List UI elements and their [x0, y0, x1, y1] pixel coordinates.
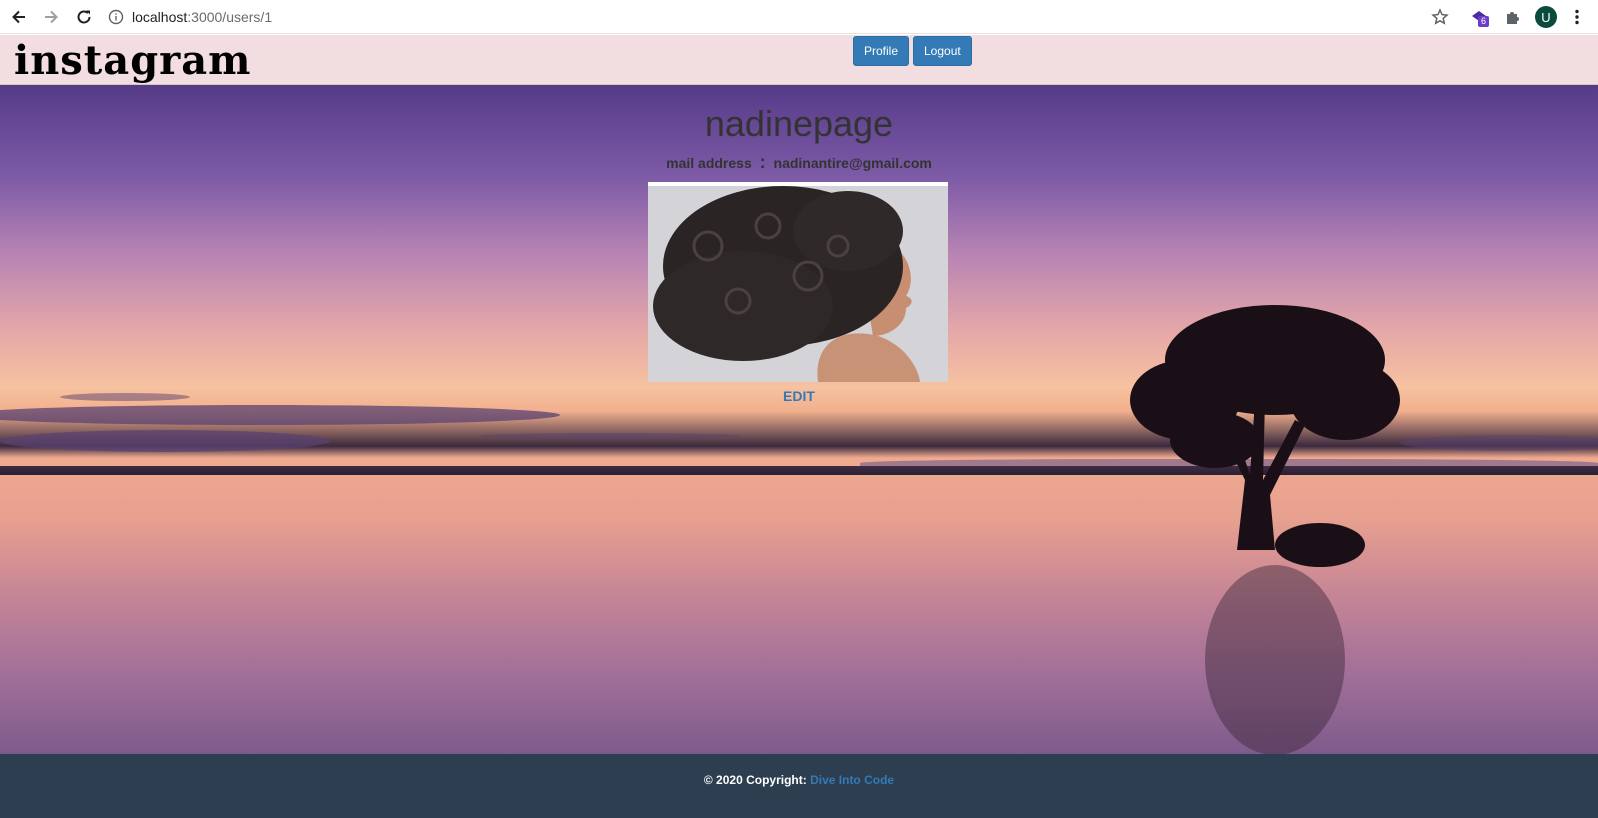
- extension-badge: 6: [1478, 16, 1489, 27]
- extensions-puzzle-icon[interactable]: [1501, 5, 1525, 29]
- cloud-shape: [0, 405, 560, 425]
- tree-silhouette: [1130, 305, 1400, 755]
- cloud-shape: [1400, 435, 1598, 451]
- profile-photo-image: [648, 186, 948, 382]
- url-host: localhost: [132, 9, 188, 25]
- bookmark-star-icon[interactable]: [1428, 5, 1452, 29]
- mail-value: nadinantire@gmail.com: [773, 155, 932, 171]
- extension-icon[interactable]: 6: [1467, 5, 1491, 29]
- instagram-logo[interactable]: instagram: [14, 37, 251, 84]
- profile-photo: [648, 182, 948, 382]
- profile-button[interactable]: Profile: [853, 36, 910, 66]
- footer-text: © 2020 Copyright: Dive Into Code: [0, 773, 1598, 787]
- info-icon[interactable]: [108, 9, 124, 25]
- mail-row: mail address : nadinantire@gmail.com: [0, 152, 1598, 173]
- profile-avatar[interactable]: U: [1534, 5, 1558, 29]
- copyright-text: © 2020 Copyright:: [703, 773, 807, 787]
- dive-into-code-link[interactable]: Dive Into Code: [810, 773, 894, 787]
- address-bar[interactable]: localhost:3000/users/1: [108, 3, 272, 31]
- reload-icon[interactable]: [72, 5, 96, 29]
- page-background: instagram Profile Logout nadinepage mail…: [0, 35, 1598, 818]
- back-icon[interactable]: [7, 5, 31, 29]
- browser-toolbar: localhost:3000/users/1 6 U: [0, 0, 1598, 34]
- mail-label: mail address: [666, 155, 752, 171]
- edit-link[interactable]: EDIT: [0, 388, 1598, 404]
- profile-username: nadinepage: [704, 103, 894, 144]
- mail-colon: :: [759, 152, 766, 172]
- profile-initial: U: [1535, 6, 1557, 28]
- logout-button[interactable]: Logout: [913, 36, 972, 66]
- page-footer: © 2020 Copyright: Dive Into Code: [0, 754, 1598, 818]
- url-path: :3000/users/1: [187, 9, 273, 25]
- cloud-shape: [0, 430, 330, 452]
- more-menu-icon[interactable]: [1565, 5, 1589, 29]
- cloud-shape: [480, 433, 740, 439]
- app-header: instagram Profile Logout: [0, 35, 1598, 85]
- forward-icon[interactable]: [39, 5, 63, 29]
